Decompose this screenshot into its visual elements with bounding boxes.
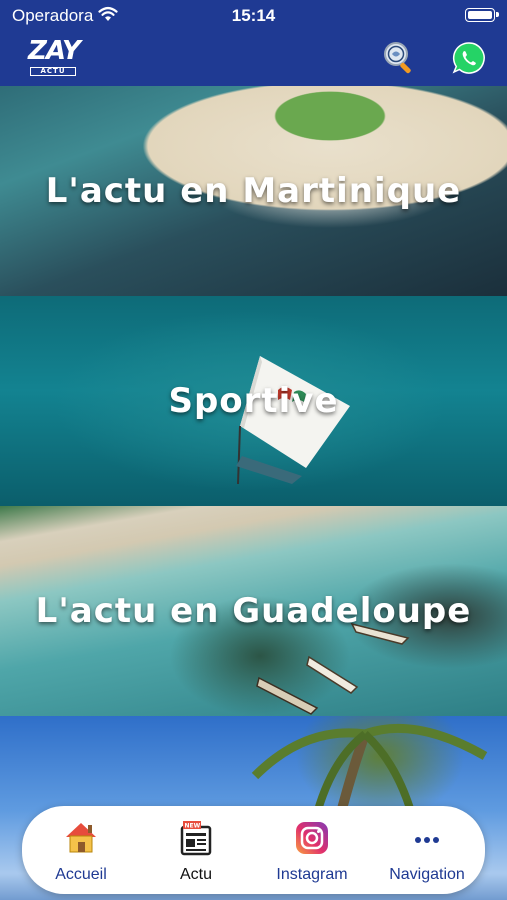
tile-sportive[interactable]: Sportive: [0, 296, 507, 506]
instagram-icon: [296, 822, 328, 854]
svg-text:NEW: NEW: [185, 823, 201, 830]
tile-martinique[interactable]: L'actu en Martinique: [0, 86, 507, 296]
nav-item-accueil[interactable]: Accueil: [26, 820, 136, 886]
logo-text: ZAY: [28, 36, 81, 66]
search-icon[interactable]: [382, 40, 416, 74]
whatsapp-icon[interactable]: [452, 41, 486, 75]
nav-label: Accueil: [55, 866, 107, 883]
tile-title: L'actu en Martinique: [45, 171, 462, 211]
newspaper-icon: NEW: [180, 821, 212, 856]
home-icon: [66, 823, 96, 853]
more-dots-icon: [415, 837, 439, 843]
clock: 15:14: [231, 6, 276, 25]
battery-icon: [465, 8, 499, 22]
nav-item-navigation[interactable]: Navigation: [372, 820, 482, 886]
tile-guadeloupe[interactable]: L'actu en Guadeloupe: [0, 506, 507, 716]
nav-item-actu[interactable]: NEW Actu: [141, 820, 251, 886]
bottom-navigation: Accueil NEW Actu Instagram Navigation: [22, 806, 485, 894]
logo-subtext: ACTU: [30, 67, 76, 76]
tile-title: Sportive: [168, 381, 339, 421]
nav-label: Navigation: [389, 866, 465, 883]
status-bar: Operadora 15:14: [0, 0, 507, 30]
category-list: L'actu en Martinique Sportive L'actu en …: [0, 86, 507, 900]
nav-label: Instagram: [276, 866, 348, 883]
app-header: ZAY ACTU: [0, 30, 507, 86]
tile-title: L'actu en Guadeloupe: [35, 591, 472, 631]
nav-label: Actu: [179, 866, 212, 883]
nav-item-instagram[interactable]: Instagram: [257, 820, 367, 886]
app-logo[interactable]: ZAY ACTU: [26, 36, 81, 78]
